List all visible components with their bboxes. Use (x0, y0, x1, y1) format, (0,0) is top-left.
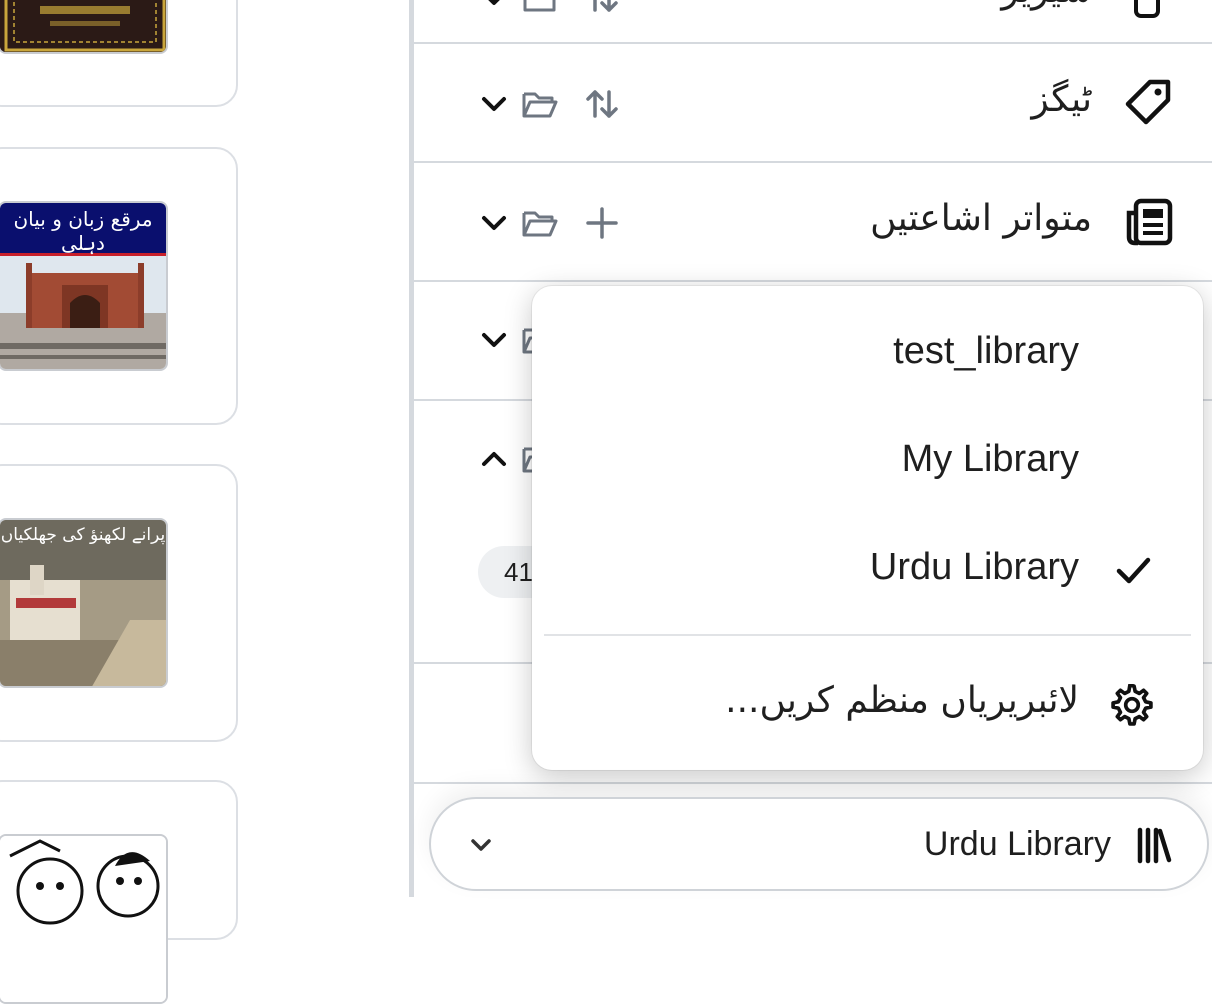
book-cover[interactable]: مرقع زبان و بیان دہلی (0, 201, 168, 371)
library-menu-item-label: My Library (901, 438, 1079, 480)
chevron-down-icon (465, 829, 497, 861)
library-dropdown-menu: test_library My Library Urdu Library لائ… (532, 286, 1203, 770)
cover-art (0, 836, 166, 1002)
book-card[interactable] (0, 0, 238, 107)
count-chip-label: 41 (504, 557, 533, 587)
series-icon (1134, 0, 1160, 18)
book-cover[interactable] (0, 834, 168, 1004)
library-icon (1137, 827, 1172, 864)
book-card[interactable]: مرقع زبان و بیان دہلی (0, 147, 238, 425)
folder-open-icon[interactable] (520, 84, 560, 124)
chevron-down-icon[interactable] (474, 203, 514, 243)
chevron-down-icon[interactable] (474, 320, 514, 360)
newspaper-icon (1126, 198, 1173, 246)
cover-art (0, 0, 166, 52)
library-menu-item[interactable]: My Library (532, 414, 1203, 514)
chevron-down-icon[interactable] (474, 84, 514, 124)
sidebar-section-series[interactable]: سیریز (414, 0, 1212, 44)
manage-libraries-item[interactable]: لائبریریاں منظم کریں... (532, 654, 1203, 754)
tag-icon (1125, 79, 1171, 125)
sort-icon[interactable] (582, 84, 622, 124)
book-cover[interactable]: پرانے لکھنؤ کی جھلکیاں (0, 518, 168, 688)
chevron-down-icon[interactable] (474, 0, 514, 18)
chevron-up-icon[interactable] (474, 439, 514, 479)
cover-title: پرانے لکھنؤ کی جھلکیاں (0, 525, 166, 545)
folder-open-icon[interactable] (520, 0, 560, 18)
current-library-label: Urdu Library (923, 825, 1111, 863)
section-title: ٹیگز (1031, 79, 1092, 120)
book-cover[interactable] (0, 0, 168, 54)
gear-icon (1111, 684, 1153, 726)
section-title: متواتر اشاعتیں (870, 198, 1092, 239)
checkmark-icon (1116, 557, 1151, 584)
library-menu-item-label: test_library (893, 330, 1079, 372)
folder-open-icon[interactable] (520, 203, 560, 243)
add-icon[interactable] (582, 203, 622, 243)
library-menu-item-label: Urdu Library (869, 546, 1079, 588)
cover-art (0, 520, 166, 686)
library-menu-item[interactable]: test_library (532, 306, 1203, 406)
sort-icon[interactable] (582, 0, 622, 18)
section-title: سیریز (1001, 0, 1092, 11)
library-menu-item-selected[interactable]: Urdu Library (532, 522, 1203, 622)
manage-libraries-label: لائبریریاں منظم کریں... (725, 680, 1079, 721)
sidebar-section-tags[interactable]: ٹیگز (414, 44, 1212, 163)
sidebar-section-periodicals[interactable]: متواتر اشاعتیں (414, 163, 1212, 282)
menu-divider (544, 634, 1191, 636)
library-switcher[interactable]: Urdu Library (429, 797, 1209, 891)
book-card[interactable] (0, 780, 238, 1004)
book-card[interactable]: پرانے لکھنؤ کی جھلکیاں (0, 464, 238, 742)
cover-title: مرقع زبان و بیان دہلی (13, 207, 153, 255)
